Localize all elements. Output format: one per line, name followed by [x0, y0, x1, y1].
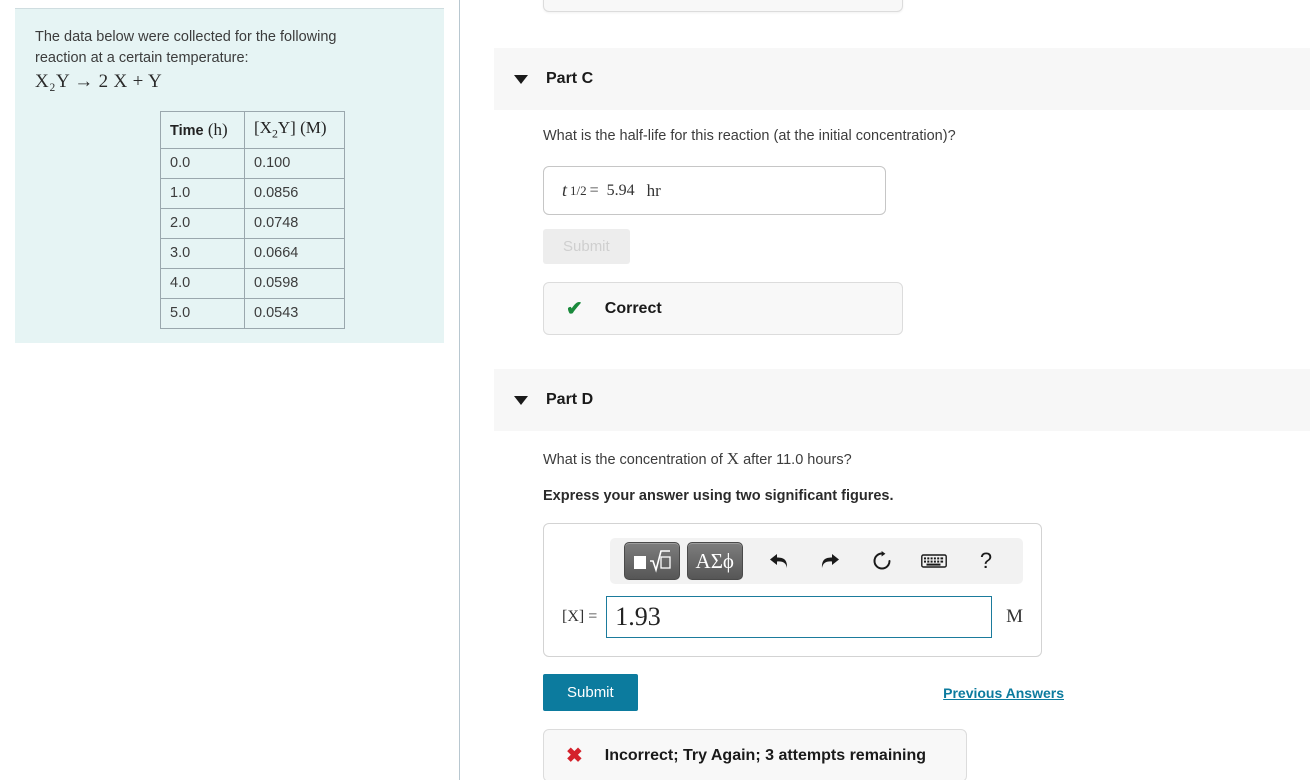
- chevron-down-icon[interactable]: [514, 395, 528, 405]
- help-icon[interactable]: ?: [963, 542, 1009, 580]
- answer-column: Part C What is the half-life for this re…: [460, 0, 1310, 780]
- part-c-answer-value: 5.94: [606, 181, 635, 199]
- cell-concentration: 0.0856: [244, 177, 345, 209]
- problem-intro-line-1: The data below were collected for the fo…: [35, 29, 337, 45]
- part-c-answer-subscript: 1/2: [570, 182, 587, 198]
- part-d-feedback: ✖ Incorrect; Try Again; 3 attempts remai…: [543, 729, 967, 780]
- cell-concentration: 0.0748: [244, 207, 345, 239]
- table-body: 0.0 0.100 1.0 0.0856 2.0 0.0748 3.0 0.0664 4.0 0.…: [160, 147, 345, 329]
- part-d-question: What is the concentration of X after 11.…: [543, 449, 1303, 469]
- part-c-feedback: ✔ Correct: [543, 282, 903, 335]
- chevron-down-icon[interactable]: [514, 74, 528, 84]
- table-header-concentration: [X2Y] (M): [244, 111, 345, 149]
- cell-concentration: 0.0664: [244, 237, 345, 269]
- reset-icon[interactable]: [859, 542, 905, 580]
- part-d-feedback-label: Incorrect; Try Again; 3 attempts remaini…: [604, 746, 927, 764]
- undo-icon[interactable]: [756, 542, 802, 580]
- part-d-header[interactable]: Part D: [494, 369, 1310, 431]
- table-row: 3.0 0.0664: [160, 237, 345, 269]
- table-header-time: Time (h): [160, 111, 245, 149]
- page-root: The data below were collected for the fo…: [0, 0, 1310, 780]
- part-d-answer-entry-card: ΑΣϕ ? [X] = 1.93 M: [543, 523, 1042, 657]
- cell-concentration: 0.0598: [244, 267, 345, 299]
- math-toolbar: ΑΣϕ ?: [610, 538, 1023, 584]
- problem-intro: The data below were collected for the fo…: [35, 27, 424, 68]
- part-c-body: What is the half-life for this reaction …: [543, 128, 1303, 335]
- math-template-button[interactable]: [624, 542, 680, 580]
- part-d-body: What is the concentration of X after 11.…: [543, 449, 1303, 780]
- previous-answers-link[interactable]: Previous Answers: [943, 685, 1064, 701]
- keyboard-icon[interactable]: [911, 542, 957, 580]
- part-c-feedback-label: Correct: [604, 299, 662, 317]
- part-c-answer-unit: hr: [646, 180, 661, 200]
- previous-part-card-partial: [543, 0, 903, 12]
- part-d-answer-input[interactable]: [606, 596, 993, 638]
- part-c-answer-symbol: t: [562, 180, 568, 200]
- part-c-header[interactable]: Part C: [494, 48, 1310, 110]
- part-d-entry-row: [X] = M: [554, 596, 1023, 638]
- problem-intro-line-2: reaction at a certain temperature:: [35, 49, 249, 66]
- cell-time: 3.0: [160, 237, 245, 269]
- x-icon: ✖: [566, 744, 583, 767]
- part-c-submit-button: Submit: [543, 229, 630, 264]
- reaction-equation: X₂Y → 2 X + Y: [35, 71, 162, 93]
- part-d-title: Part D: [546, 391, 594, 408]
- part-d-instruction: Express your answer using two significan…: [543, 488, 894, 504]
- part-d-question-post: after 11.0 hours?: [739, 452, 852, 468]
- redo-icon[interactable]: [808, 542, 854, 580]
- part-d-question-pre: What is the concentration of: [543, 452, 727, 468]
- cell-concentration: 0.100: [244, 147, 345, 179]
- greek-letters-button[interactable]: ΑΣϕ: [686, 542, 743, 580]
- cell-time: 5.0: [160, 297, 245, 329]
- table-row: 5.0 0.0543: [160, 297, 345, 329]
- part-c-question: What is the half-life for this reaction …: [543, 128, 956, 144]
- part-c-answer-equals: =: [589, 181, 599, 199]
- table-header-row: Time (h) [X2Y] (M): [160, 111, 345, 149]
- table-row: 4.0 0.0598: [160, 267, 345, 299]
- cell-time: 4.0: [160, 267, 245, 299]
- cell-concentration: 0.0543: [244, 297, 345, 329]
- table-row: 0.0 0.100: [160, 147, 345, 179]
- part-c-answer-display: t 1/2 = 5.94 hr: [543, 166, 886, 215]
- cell-time: 1.0: [160, 177, 245, 209]
- part-d-action-row: Submit Previous Answers: [543, 674, 1064, 711]
- table-row: 2.0 0.0748: [160, 207, 345, 239]
- part-d-question-variable: X: [726, 449, 740, 468]
- part-d-entry-unit: M: [1006, 606, 1023, 627]
- part-c-title: Part C: [546, 70, 594, 87]
- check-icon: ✔: [566, 297, 583, 320]
- cell-time: 0.0: [160, 147, 245, 179]
- kinetics-data-table: Time (h) [X2Y] (M) 0.0 0.100 1.0 0.0856 2.0 0…: [160, 111, 345, 329]
- part-d-entry-label: [X] =: [562, 608, 598, 625]
- table-row: 1.0 0.0856: [160, 177, 345, 209]
- cell-time: 2.0: [160, 207, 245, 239]
- part-d-submit-button[interactable]: Submit: [543, 674, 638, 711]
- problem-statement-panel: The data below were collected for the fo…: [15, 8, 444, 343]
